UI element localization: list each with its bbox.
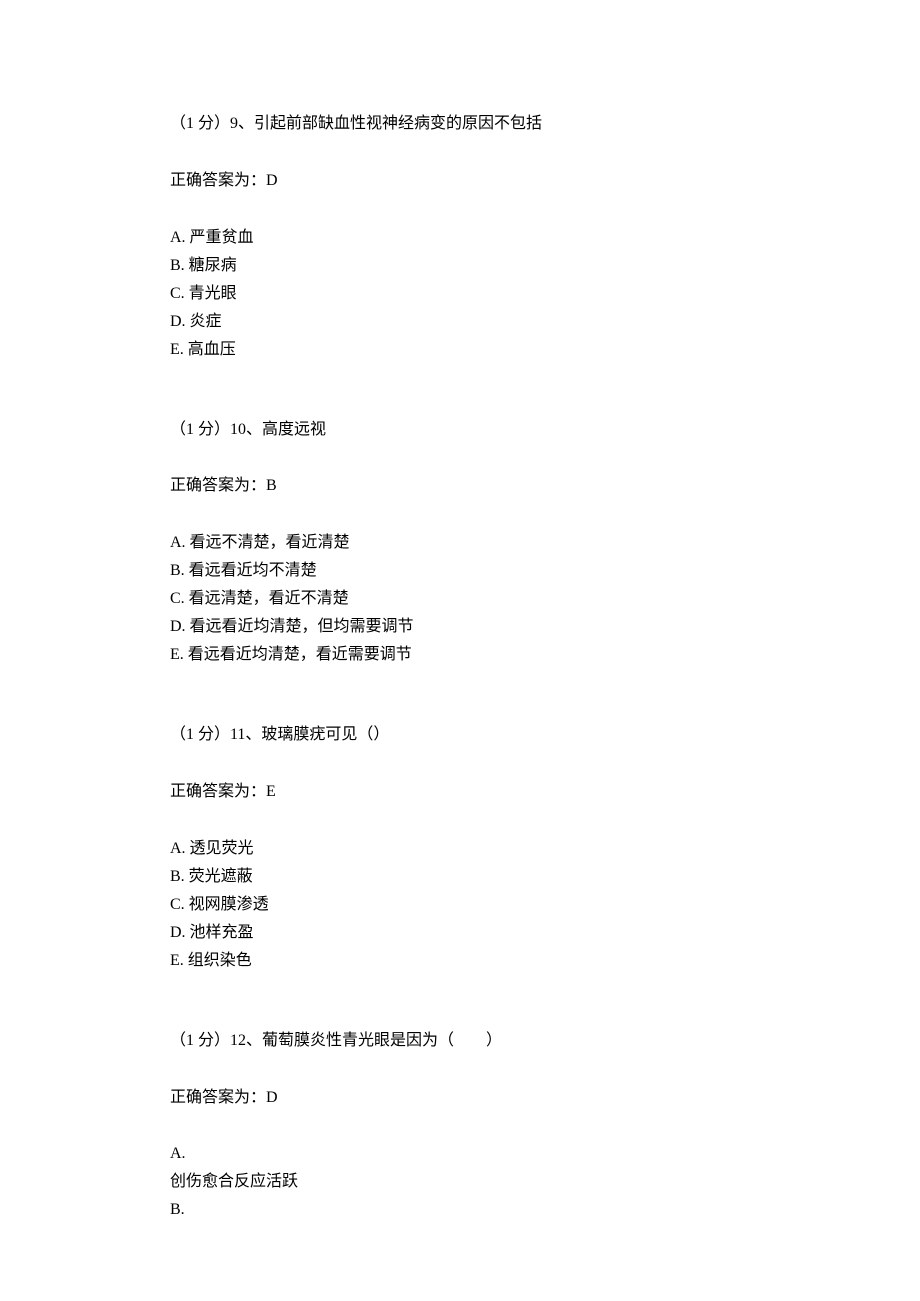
option-b-label: B. <box>170 1196 750 1224</box>
option-a: A. 严重贫血 <box>170 224 750 252</box>
option-e: E. 组织染色 <box>170 947 750 975</box>
question-10: （1 分）10、高度远视 正确答案为：B A. 看远不清楚，看近清楚 B. 看远… <box>170 416 750 670</box>
options-list: A. 透见荧光 B. 荧光遮蔽 C. 视网膜渗透 D. 池样充盈 E. 组织染色 <box>170 835 750 975</box>
option-a: A. 看远不清楚，看近清楚 <box>170 529 750 557</box>
option-d: D. 看远看近均清楚，但均需要调节 <box>170 613 750 641</box>
option-b: B. 看远看近均不清楚 <box>170 557 750 585</box>
option-c: C. 青光眼 <box>170 280 750 308</box>
option-e: E. 高血压 <box>170 336 750 364</box>
question-9: （1 分）9、引起前部缺血性视神经病变的原因不包括 正确答案为：D A. 严重贫… <box>170 110 750 364</box>
correct-answer: 正确答案为：D <box>170 1084 750 1113</box>
question-11: （1 分）11、玻璃膜疣可见（） 正确答案为：E A. 透见荧光 B. 荧光遮蔽… <box>170 721 750 975</box>
correct-answer: 正确答案为：D <box>170 167 750 196</box>
option-d: D. 炎症 <box>170 308 750 336</box>
option-d: D. 池样充盈 <box>170 919 750 947</box>
options-list: A. 创伤愈合反应活跃 B. <box>170 1140 750 1224</box>
question-header: （1 分）10、高度远视 <box>170 416 750 445</box>
options-list: A. 看远不清楚，看近清楚 B. 看远看近均不清楚 C. 看远清楚，看近不清楚 … <box>170 529 750 669</box>
option-c: C. 视网膜渗透 <box>170 891 750 919</box>
correct-answer: 正确答案为：B <box>170 472 750 501</box>
option-c: C. 看远清楚，看近不清楚 <box>170 585 750 613</box>
correct-answer: 正确答案为：E <box>170 778 750 807</box>
option-a-label: A. <box>170 1140 750 1168</box>
option-e: E. 看远看近均清楚，看近需要调节 <box>170 641 750 669</box>
option-a: A. 透见荧光 <box>170 835 750 863</box>
options-list: A. 严重贫血 B. 糖尿病 C. 青光眼 D. 炎症 E. 高血压 <box>170 224 750 364</box>
question-header: （1 分）12、葡萄膜炎性青光眼是因为（ ） <box>170 1027 750 1056</box>
question-12: （1 分）12、葡萄膜炎性青光眼是因为（ ） 正确答案为：D A. 创伤愈合反应… <box>170 1027 750 1225</box>
question-header: （1 分）9、引起前部缺血性视神经病变的原因不包括 <box>170 110 750 139</box>
option-a-text: 创伤愈合反应活跃 <box>170 1168 750 1196</box>
question-header: （1 分）11、玻璃膜疣可见（） <box>170 721 750 750</box>
option-b: B. 荧光遮蔽 <box>170 863 750 891</box>
option-b: B. 糖尿病 <box>170 252 750 280</box>
